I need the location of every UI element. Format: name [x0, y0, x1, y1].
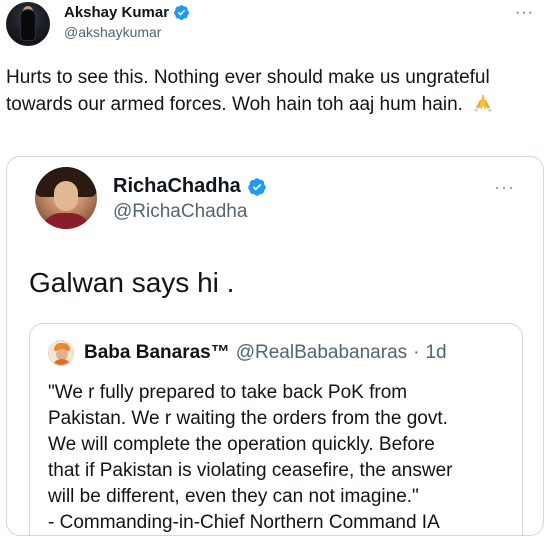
quoted-author-avatar[interactable]: [35, 167, 97, 229]
nested-timestamp[interactable]: 1d: [425, 342, 446, 364]
quoted-author-handle[interactable]: @RichaChadha: [113, 201, 247, 223]
nested-quoted-tweet[interactable]: Baba Banaras™ @RealBababanaras · 1d "We …: [29, 323, 523, 535]
nested-author-row: Baba Banaras™ @RealBababanaras · 1d: [84, 342, 447, 364]
nested-tweet-text: "We r fully prepared to take back PoK fr…: [48, 380, 518, 535]
nested-author-avatar[interactable]: [48, 340, 74, 366]
quoted-tweet-card[interactable]: RichaChadha @RichaChadha ··· Galwan says…: [6, 156, 544, 536]
nested-text-line: that if Pakistan is violating ceasefire,…: [48, 460, 453, 481]
dot-separator: ·: [413, 342, 420, 363]
quoted-author-display-name[interactable]: RichaChadha: [113, 175, 241, 198]
author-name-row: Akshay Kumar: [64, 4, 190, 21]
tweet-card: Akshay Kumar @akshaykumar ··· Hurts to s…: [0, 0, 548, 548]
quoted-author-name-row: RichaChadha: [113, 175, 267, 198]
verified-badge-icon: [248, 177, 266, 196]
avatar-figure-shape: [21, 10, 35, 40]
nested-text-line: will be different, even they can not ima…: [48, 486, 419, 507]
author-handle[interactable]: @akshaykumar: [64, 24, 161, 40]
avatar-cloth-shape: [41, 213, 91, 229]
nested-text-line: We will complete the operation quickly. …: [48, 434, 435, 455]
more-options-icon[interactable]: ···: [494, 177, 515, 198]
tweet-text-block: Hurts to see this. Nothing ever should m…: [6, 64, 536, 118]
nested-text-line: Pakistan. We r waiting the orders from t…: [48, 408, 448, 429]
nested-author-name[interactable]: Baba Banaras™: [84, 342, 230, 364]
quoted-tweet-text: Galwan says hi .: [29, 267, 235, 298]
verified-badge-icon: [174, 5, 189, 20]
author-display-name[interactable]: Akshay Kumar: [64, 4, 169, 21]
folded-hands-icon: [474, 94, 492, 112]
nested-text-line: "We r fully prepared to take back PoK fr…: [48, 382, 408, 403]
tweet-text: Hurts to see this. Nothing ever should m…: [6, 67, 490, 115]
avatar-face-shape: [54, 181, 78, 211]
avatar-robe-shape: [52, 359, 72, 365]
more-options-icon[interactable]: ···: [515, 4, 534, 22]
nested-author-handle[interactable]: @RealBababanaras: [236, 342, 407, 364]
nested-text-line: - Commanding-in-Chief Northern Command I…: [48, 512, 440, 533]
author-avatar[interactable]: [6, 2, 50, 46]
